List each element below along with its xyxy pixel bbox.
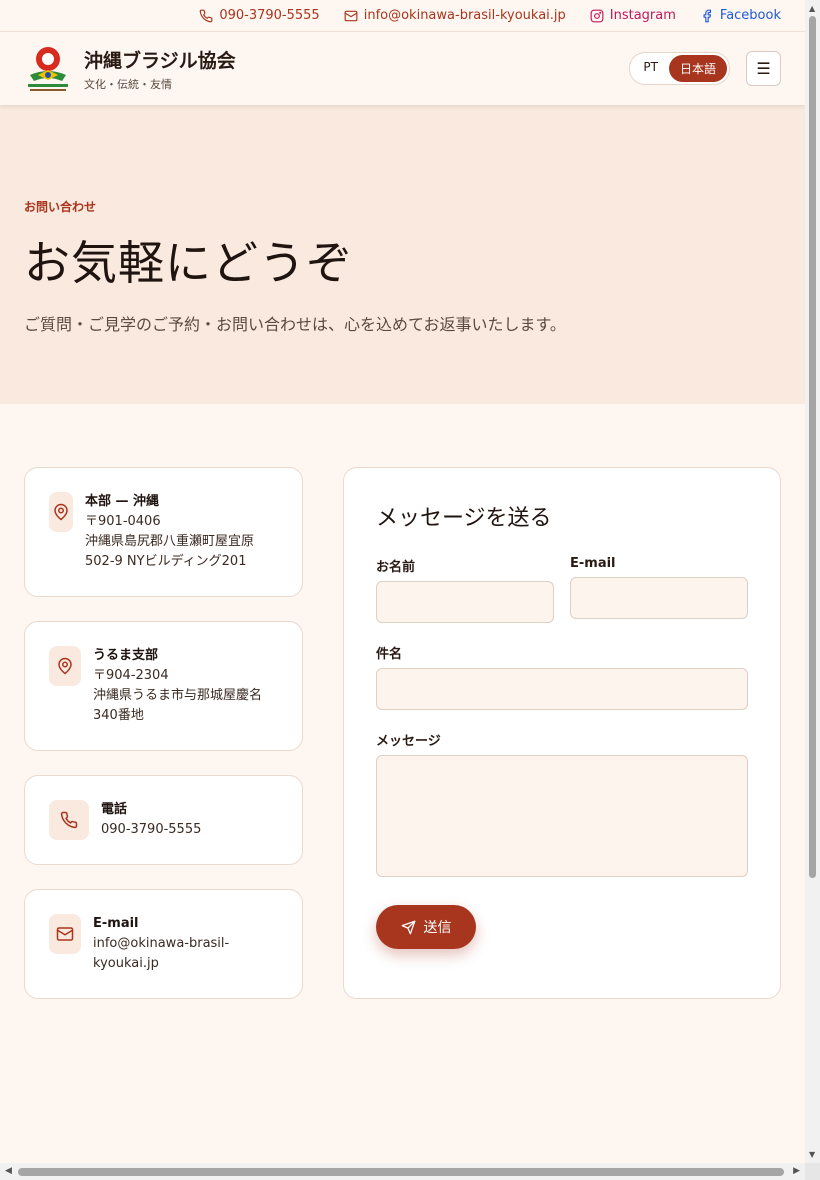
phone-link[interactable]: 090-3790-5555 [199, 8, 320, 23]
name-field-group: お名前 [376, 556, 554, 623]
contact-card-line: 340番地 [93, 708, 144, 723]
message-label: メッセージ [376, 734, 441, 749]
facebook-icon [703, 9, 711, 22]
contact-card-email-body: E-mail info@okinawa-brasil- kyoukai.jp [93, 914, 229, 998]
form-row-name-email: お名前 E-mail [376, 556, 748, 623]
lang-pt-button[interactable]: PT [632, 55, 669, 82]
submit-button[interactable]: 送信 [376, 905, 476, 949]
facebook-link[interactable]: Facebook [700, 8, 781, 23]
hero-eyebrow: お問い合わせ [24, 200, 97, 214]
contact-card-title: 本部 — 沖縄 [85, 494, 160, 509]
site-header: 沖縄ブラジル協会 文化・伝統・友情 PT 日本語 ☰ [0, 32, 805, 105]
page-viewport: 090-3790-5555 info@okinawa-brasil-kyouka… [0, 0, 805, 1163]
name-label: お名前 [376, 560, 416, 575]
header-controls: PT 日本語 ☰ [629, 51, 781, 86]
top-bar: 090-3790-5555 info@okinawa-brasil-kyouka… [0, 0, 805, 32]
email-link-text: info@okinawa-brasil-kyoukai.jp [363, 8, 566, 23]
mail-icon [344, 10, 358, 21]
contact-card-hq-body: 本部 — 沖縄 〒901-0406 沖縄県島尻郡八重瀬町屋宜原 502-9 NY… [85, 492, 254, 596]
horizontal-scroll-thumb[interactable] [18, 1168, 784, 1176]
contact-card-line: 502-9 NYビルディング201 [85, 554, 247, 569]
contact-form: メッセージを送る お名前 E-mail 件名 メッセージ 送信 [343, 467, 781, 999]
contact-card-email: E-mail info@okinawa-brasil- kyoukai.jp [24, 889, 303, 999]
message-field-group: メッセージ [376, 730, 748, 877]
contact-card-line: 沖縄県うるま市与那城屋慶名 [93, 688, 263, 703]
lang-ja-button[interactable]: 日本語 [668, 55, 727, 82]
hamburger-menu-icon[interactable]: ☰ [746, 51, 781, 86]
instagram-link-text: Instagram [609, 8, 676, 23]
map-pin-icon [49, 492, 73, 532]
contact-card-uruma-body: うるま支部 〒904-2304 沖縄県うるま市与那城屋慶名 340番地 [93, 646, 262, 750]
instagram-icon [590, 9, 604, 22]
phone-icon [49, 800, 89, 840]
email-field-group: E-mail [570, 556, 748, 623]
contact-card-phone-body: 電話 090-3790-5555 [101, 800, 201, 864]
email-link[interactable]: info@okinawa-brasil-kyoukai.jp [344, 8, 566, 23]
mail-icon [49, 914, 81, 954]
vertical-scrollbar[interactable]: ▲ ▼ [805, 0, 820, 1163]
contact-card-title: E-mail [93, 916, 139, 931]
instagram-link[interactable]: Instagram [590, 8, 676, 23]
contact-card-line: 〒904-2304 [93, 668, 169, 683]
hero-section: お問い合わせ お気軽にどうぞ ご質問・ご見学のご予約・お問い合わせは、心を込めて… [0, 105, 805, 404]
form-title: メッセージを送る [376, 506, 552, 531]
language-switcher: PT 日本語 [629, 52, 730, 85]
phone-link-text: 090-3790-5555 [219, 8, 320, 23]
contact-card-hq: 本部 — 沖縄 〒901-0406 沖縄県島尻郡八重瀬町屋宜原 502-9 NY… [24, 467, 303, 597]
brand[interactable]: 沖縄ブラジル協会 文化・伝統・友情 [24, 45, 236, 93]
email-label: E-mail [570, 556, 616, 571]
submit-label: 送信 [423, 920, 452, 936]
phone-icon [199, 9, 213, 22]
scroll-left-arrow-icon[interactable]: ◀ [5, 1166, 12, 1176]
message-textarea[interactable] [376, 755, 748, 877]
subject-field-group: 件名 [376, 643, 748, 710]
hero-title: お気軽にどうぞ [24, 236, 353, 290]
contact-card-phone: 電話 090-3790-5555 [24, 775, 303, 865]
facebook-link-text: Facebook [719, 8, 781, 23]
subject-label: 件名 [376, 647, 403, 662]
name-input[interactable] [376, 581, 554, 623]
contact-email-value[interactable]: kyoukai.jp [93, 954, 229, 974]
hero-subtitle: ご質問・ご見学のご予約・お問い合わせは、心を込めてお返事いたします。 [24, 315, 566, 334]
scroll-up-arrow-icon[interactable]: ▲ [809, 4, 815, 13]
contact-content: 本部 — 沖縄 〒901-0406 沖縄県島尻郡八重瀬町屋宜原 502-9 NY… [0, 404, 805, 999]
brand-name: 沖縄ブラジル協会 [84, 49, 236, 72]
contact-card-line: 〒901-0406 [85, 514, 161, 529]
contact-card-title: 電話 [101, 802, 128, 817]
scrollbar-corner [805, 1163, 820, 1180]
contact-card-title: うるま支部 [93, 648, 159, 663]
send-icon [401, 920, 415, 934]
email-input[interactable] [570, 577, 748, 619]
association-logo [24, 45, 72, 93]
subject-input[interactable] [376, 668, 748, 710]
scroll-right-arrow-icon[interactable]: ▶ [793, 1166, 800, 1176]
contact-card-line: 沖縄県島尻郡八重瀬町屋宜原 [85, 534, 255, 549]
brand-text: 沖縄ブラジル協会 文化・伝統・友情 [84, 46, 236, 92]
contact-card-uruma: うるま支部 〒904-2304 沖縄県うるま市与那城屋慶名 340番地 [24, 621, 303, 751]
contact-email-value[interactable]: info@okinawa-brasil- [93, 934, 229, 954]
contact-phone-value[interactable]: 090-3790-5555 [101, 820, 201, 840]
brand-tagline: 文化・伝統・友情 [84, 77, 172, 91]
vertical-scroll-thumb[interactable] [809, 16, 816, 878]
map-pin-icon [49, 646, 81, 686]
scroll-down-arrow-icon[interactable]: ▼ [809, 1150, 815, 1159]
horizontal-scrollbar[interactable]: ◀ ▶ [0, 1163, 805, 1180]
